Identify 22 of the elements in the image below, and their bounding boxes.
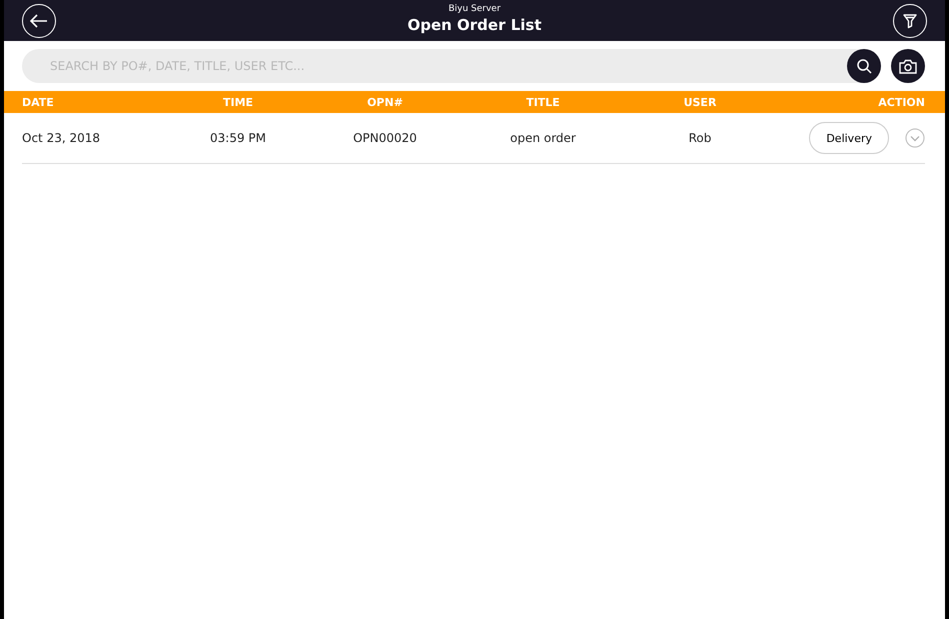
server-name: Biyu Server [448, 4, 501, 14]
delivery-button[interactable]: Delivery [809, 122, 889, 154]
column-header: ACTION [878, 96, 925, 108]
column-header: TITLE [525, 96, 561, 108]
table-cell-text: OPN00020 [352, 131, 418, 145]
filter-button[interactable] [892, 4, 927, 38]
table-cell-text: Rob [688, 131, 712, 145]
column-header: OPN# [366, 96, 404, 108]
filter-icon [902, 12, 918, 28]
table-cell-text: Oct 23, 2018 [22, 131, 101, 145]
back-button[interactable] [22, 4, 56, 38]
camera-button[interactable] [891, 49, 925, 83]
column-header: DATE [22, 96, 55, 108]
column-header: USER [682, 96, 718, 108]
column-header: TIME [222, 96, 254, 108]
camera-icon [899, 58, 917, 74]
search-icon [856, 58, 872, 74]
table-cell-text: 03:59 PM [209, 131, 267, 145]
table-cell-text: open order [509, 131, 577, 145]
search-button[interactable] [847, 49, 881, 83]
page-title: Open Order List [407, 18, 542, 32]
arrow-left-icon [30, 14, 48, 28]
